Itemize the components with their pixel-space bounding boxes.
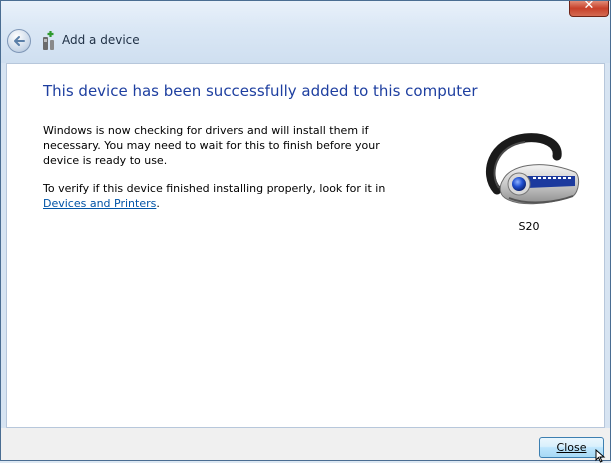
bluetooth-headset-icon (485, 133, 580, 205)
add-device-icon (43, 31, 54, 50)
page-heading: This device has been successfully added … (43, 82, 478, 100)
back-button[interactable] (7, 29, 31, 53)
close-x-icon: ✕ (583, 0, 595, 13)
verify-text: To verify if this device finished instal… (43, 182, 386, 195)
content-panel: This device has been successfully added … (6, 63, 605, 428)
devices-and-printers-link[interactable]: Devices and Printers (43, 197, 156, 210)
window-close-button[interactable]: ✕ (569, 0, 609, 17)
add-device-window: ✕ Add a device This device has been succ… (0, 0, 611, 461)
driver-info-text: Windows is now checking for drivers and … (43, 124, 380, 167)
button-bar: Close (1, 428, 610, 460)
verify-text-end: . (156, 197, 160, 210)
device-name-label: S20 (518, 220, 540, 233)
verify-info-text: To verify if this device finished instal… (43, 181, 413, 211)
window-title: Add a device (62, 33, 140, 47)
title-bar: ✕ Add a device (1, 1, 610, 63)
back-arrow-icon (14, 36, 25, 46)
